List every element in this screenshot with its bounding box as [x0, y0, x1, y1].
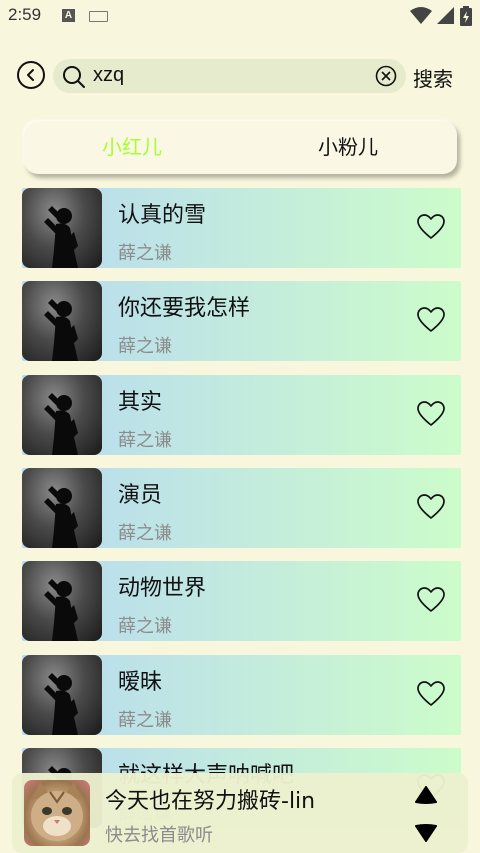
previous-icon[interactable] — [415, 786, 437, 804]
player-subtitle: 快去找首歌听 — [105, 825, 213, 846]
song-title: 演员 — [118, 482, 163, 508]
singer-silhouette-icon — [44, 299, 78, 362]
song-title: 你还要我怎样 — [118, 296, 251, 322]
song-cover — [22, 467, 102, 548]
heart-icon[interactable] — [417, 680, 445, 707]
tab-bar: 小红儿 小粉儿 — [24, 121, 457, 174]
player-title: 今天也在努力搬砖-lin — [105, 789, 316, 814]
song-cover — [22, 654, 102, 735]
singer-silhouette-icon — [44, 672, 78, 735]
search-icon — [63, 66, 85, 88]
song-cover — [22, 561, 102, 642]
status-bar: 2:59 A — [0, 0, 480, 32]
song-artist: 薛之谦 — [118, 429, 172, 451]
song-title: 动物世界 — [118, 576, 207, 602]
next-icon[interactable] — [415, 824, 437, 842]
song-cover — [22, 188, 102, 268]
keyboard-icon — [89, 11, 108, 22]
tab-xiaohonger[interactable]: 小红儿 — [24, 121, 240, 174]
singer-silhouette-icon — [44, 206, 78, 268]
mini-player[interactable]: 今天也在努力搬砖-lin 快去找首歌听 — [12, 773, 468, 853]
song-artist: 薛之谦 — [118, 522, 172, 544]
heart-icon[interactable] — [417, 400, 445, 427]
back-button[interactable] — [17, 61, 45, 89]
song-artist: 薛之谦 — [118, 243, 172, 264]
singer-silhouette-icon — [44, 485, 78, 548]
heart-icon[interactable] — [417, 214, 445, 240]
song-row[interactable]: 暧昧 薛之谦 — [22, 654, 461, 735]
song-title: 暧昧 — [118, 669, 163, 695]
cat-avatar-icon — [31, 782, 83, 841]
song-cover — [22, 374, 102, 455]
singer-silhouette-icon — [44, 579, 78, 642]
song-row[interactable]: 其实 薛之谦 — [22, 374, 461, 455]
search-button[interactable]: 搜索 — [413, 63, 453, 92]
song-artist: 薛之谦 — [118, 709, 172, 731]
song-title: 认真的雪 — [118, 203, 207, 228]
notification-icon: A — [62, 9, 75, 22]
wifi-icon — [410, 7, 432, 24]
song-row[interactable]: 你还要我怎样 薛之谦 — [22, 281, 461, 362]
song-cover — [22, 281, 102, 362]
search-bar: xzq 搜索 — [0, 55, 480, 99]
heart-icon[interactable] — [417, 494, 445, 520]
song-artist: 薛之谦 — [118, 616, 172, 638]
clear-icon[interactable] — [375, 65, 397, 87]
search-field[interactable]: xzq — [53, 59, 406, 93]
search-input[interactable]: xzq — [93, 64, 124, 87]
chevron-left-icon — [27, 69, 34, 81]
battery-icon — [460, 6, 472, 26]
heart-icon[interactable] — [417, 307, 445, 333]
song-artist: 薛之谦 — [118, 336, 172, 358]
song-row[interactable]: 认真的雪 薛之谦 — [22, 188, 461, 268]
signal-icon — [437, 7, 454, 24]
heart-icon[interactable] — [417, 587, 445, 613]
tab-xiaofener[interactable]: 小粉儿 — [240, 121, 456, 174]
singer-silhouette-icon — [44, 392, 78, 455]
player-cover — [24, 780, 90, 846]
status-time: 2:59 — [8, 5, 42, 24]
song-row[interactable]: 演员 薛之谦 — [22, 467, 461, 548]
song-title: 其实 — [118, 389, 163, 415]
song-row[interactable]: 动物世界 薛之谦 — [22, 561, 461, 642]
